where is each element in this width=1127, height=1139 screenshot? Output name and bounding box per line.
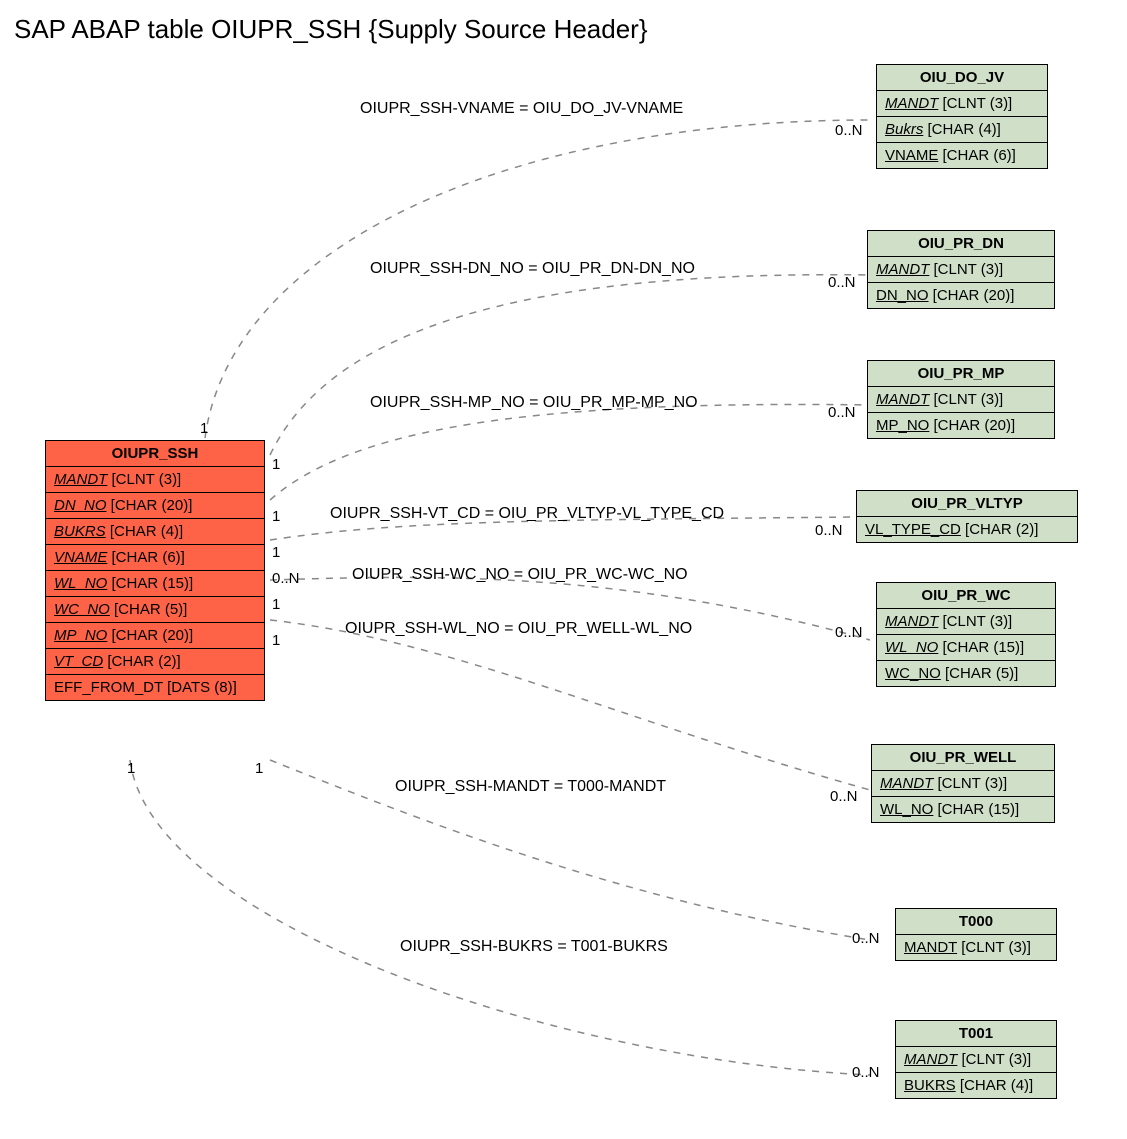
card-dst-4: 0..N [835, 624, 863, 641]
card-dst-0: 0..N [835, 122, 863, 139]
er-diagram: SAP ABAP table OIUPR_SSH {Supply Source … [0, 0, 1127, 1139]
card-src-8: 1 [127, 760, 135, 777]
entity-header: OIU_DO_JV [877, 65, 1047, 91]
main-field-1: DN_NO [CHAR (20)] [46, 493, 264, 519]
card-src-1: 1 [272, 456, 280, 473]
entity-oiu-pr-wc: OIU_PR_WCMANDT [CLNT (3)]WL_NO [CHAR (15… [876, 582, 1056, 687]
entity-oiu-pr-vltyp: OIU_PR_VLTYPVL_TYPE_CD [CHAR (2)] [856, 490, 1078, 543]
rel-2-field-0: MANDT [CLNT (3)] [868, 387, 1054, 413]
main-field-4: WL_NO [CHAR (15)] [46, 571, 264, 597]
card-src-5: 1 [272, 596, 280, 613]
rel-5-field-1: WL_NO [CHAR (15)] [872, 797, 1054, 822]
entity-header: OIU_PR_MP [868, 361, 1054, 387]
card-src-3: 1 [272, 544, 280, 561]
card-dst-6: 0..N [852, 930, 880, 947]
entity-oiu-pr-well: OIU_PR_WELLMANDT [CLNT (3)]WL_NO [CHAR (… [871, 744, 1055, 823]
rel-4-field-1: WL_NO [CHAR (15)] [877, 635, 1055, 661]
entity-header: OIU_PR_WC [877, 583, 1055, 609]
card-src-2: 1 [272, 508, 280, 525]
card-src-7: 1 [255, 760, 263, 777]
edge-label-2: OIUPR_SSH-MP_NO = OIU_PR_MP-MP_NO [370, 394, 698, 412]
edge-label-7: OIUPR_SSH-BUKRS = T001-BUKRS [400, 938, 668, 956]
rel-4-field-0: MANDT [CLNT (3)] [877, 609, 1055, 635]
rel-2-field-1: MP_NO [CHAR (20)] [868, 413, 1054, 438]
card-src-6: 1 [272, 632, 280, 649]
entity-oiu-do-jv: OIU_DO_JVMANDT [CLNT (3)]Bukrs [CHAR (4)… [876, 64, 1048, 169]
card-dst-3: 0..N [815, 522, 843, 539]
rel-6-field-0: MANDT [CLNT (3)] [896, 935, 1056, 960]
card-dst-5: 0..N [830, 788, 858, 805]
entity-header: T001 [896, 1021, 1056, 1047]
card-dst-2: 0..N [828, 404, 856, 421]
rel-4-field-2: WC_NO [CHAR (5)] [877, 661, 1055, 686]
rel-0-field-1: Bukrs [CHAR (4)] [877, 117, 1047, 143]
main-field-0: MANDT [CLNT (3)] [46, 467, 264, 493]
card-src-0: 1 [200, 420, 208, 437]
main-field-6: MP_NO [CHAR (20)] [46, 623, 264, 649]
edge-label-6: OIUPR_SSH-MANDT = T000-MANDT [395, 778, 666, 796]
rel-3-field-0: VL_TYPE_CD [CHAR (2)] [857, 517, 1077, 542]
entity-oiu-pr-dn: OIU_PR_DNMANDT [CLNT (3)]DN_NO [CHAR (20… [867, 230, 1055, 309]
main-field-7: VT_CD [CHAR (2)] [46, 649, 264, 675]
card-src-4: 0..N [272, 570, 300, 587]
entity-t000: T000MANDT [CLNT (3)] [895, 908, 1057, 961]
card-dst-7: 0..N [852, 1064, 880, 1081]
entity-header: OIU_PR_VLTYP [857, 491, 1077, 517]
edge-label-0: OIUPR_SSH-VNAME = OIU_DO_JV-VNAME [360, 100, 683, 118]
rel-5-field-0: MANDT [CLNT (3)] [872, 771, 1054, 797]
rel-7-field-1: BUKRS [CHAR (4)] [896, 1073, 1056, 1098]
main-field-3: VNAME [CHAR (6)] [46, 545, 264, 571]
rel-1-field-0: MANDT [CLNT (3)] [868, 257, 1054, 283]
edge-label-3: OIUPR_SSH-VT_CD = OIU_PR_VLTYP-VL_TYPE_C… [330, 505, 724, 523]
edge-label-5: OIUPR_SSH-WL_NO = OIU_PR_WELL-WL_NO [345, 620, 692, 638]
entity-header: OIU_PR_WELL [872, 745, 1054, 771]
entity-oiu-pr-mp: OIU_PR_MPMANDT [CLNT (3)]MP_NO [CHAR (20… [867, 360, 1055, 439]
entity-header: OIU_PR_DN [868, 231, 1054, 257]
page-title: SAP ABAP table OIUPR_SSH {Supply Source … [14, 14, 648, 45]
entity-t001: T001MANDT [CLNT (3)]BUKRS [CHAR (4)] [895, 1020, 1057, 1099]
entity-main-header: OIUPR_SSH [46, 441, 264, 467]
rel-7-field-0: MANDT [CLNT (3)] [896, 1047, 1056, 1073]
edge-label-4: OIUPR_SSH-WC_NO = OIU_PR_WC-WC_NO [352, 566, 688, 584]
entity-main: OIUPR_SSH MANDT [CLNT (3)]DN_NO [CHAR (2… [45, 440, 265, 701]
main-field-8: EFF_FROM_DT [DATS (8)] [46, 675, 264, 700]
main-field-5: WC_NO [CHAR (5)] [46, 597, 264, 623]
rel-0-field-2: VNAME [CHAR (6)] [877, 143, 1047, 168]
entity-header: T000 [896, 909, 1056, 935]
main-field-2: BUKRS [CHAR (4)] [46, 519, 264, 545]
edge-label-1: OIUPR_SSH-DN_NO = OIU_PR_DN-DN_NO [370, 260, 695, 278]
card-dst-1: 0..N [828, 274, 856, 291]
rel-0-field-0: MANDT [CLNT (3)] [877, 91, 1047, 117]
rel-1-field-1: DN_NO [CHAR (20)] [868, 283, 1054, 308]
